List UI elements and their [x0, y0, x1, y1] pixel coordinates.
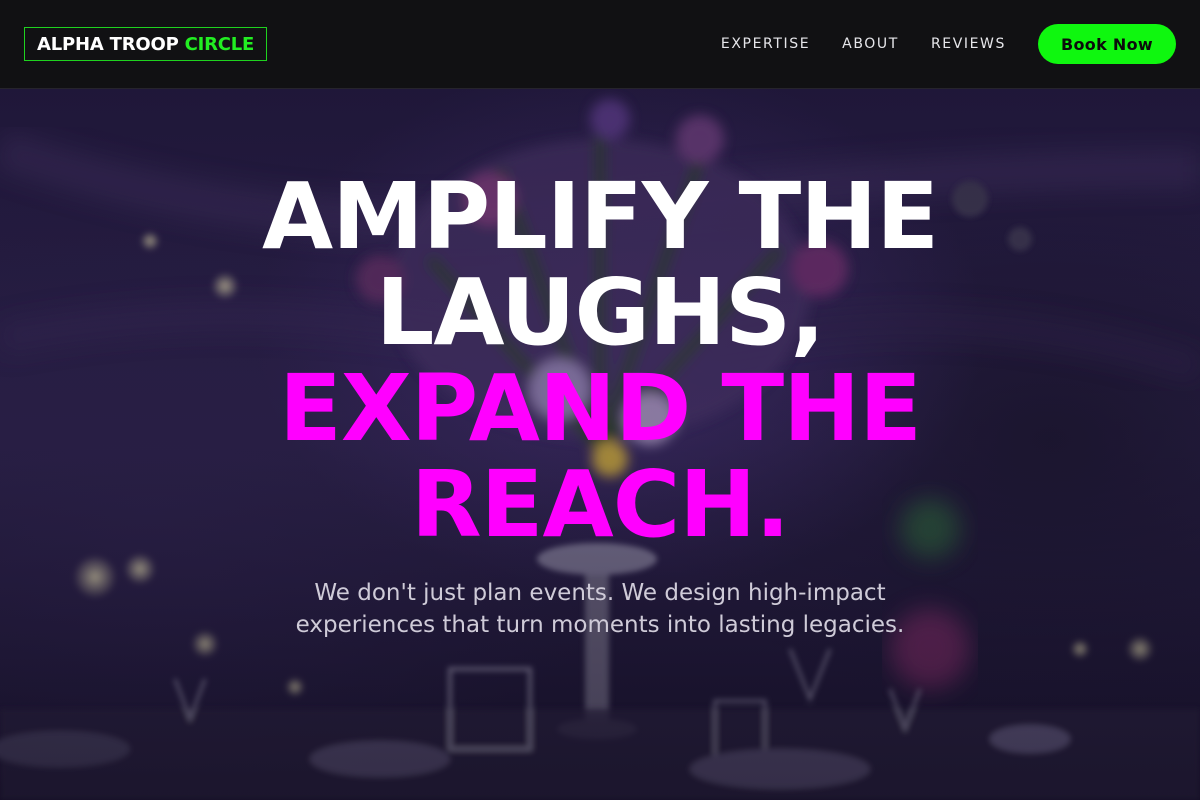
subtext-line-1: We don't just plan events. We design hig…: [314, 580, 886, 606]
nav-link-expertise[interactable]: EXPERTISE: [721, 36, 810, 52]
headline-line-1: AMPLIFY THE: [261, 163, 939, 270]
nav-link-about[interactable]: ABOUT: [842, 36, 899, 52]
brand-logo[interactable]: ALPHA TROOP CIRCLE: [24, 27, 268, 61]
headline-line-2: LAUGHS,: [375, 259, 825, 366]
hero-subtext: We don't just plan events. We design hig…: [0, 577, 1200, 641]
nav-link-reviews[interactable]: REVIEWS: [931, 36, 1006, 52]
subtext-line-2: experiences that turn moments into lasti…: [295, 612, 905, 638]
brand-name-primary: ALPHA TROOP: [37, 33, 179, 55]
hero-section: AMPLIFY THE LAUGHS, EXPAND THE REACH. We…: [0, 89, 1200, 800]
hero-headline: AMPLIFY THE LAUGHS, EXPAND THE REACH.: [0, 169, 1200, 553]
brand-name-accent: CIRCLE: [184, 33, 255, 55]
site-header: ALPHA TROOP CIRCLE EXPERTISE ABOUT REVIE…: [0, 0, 1200, 89]
book-now-button[interactable]: Book Now: [1038, 24, 1176, 64]
headline-line-3: EXPAND THE: [279, 355, 922, 462]
main-nav: EXPERTISE ABOUT REVIEWS Book Now: [721, 0, 1176, 88]
landing-page: ALPHA TROOP CIRCLE EXPERTISE ABOUT REVIE…: [0, 0, 1200, 800]
headline-line-4: REACH.: [410, 451, 790, 558]
